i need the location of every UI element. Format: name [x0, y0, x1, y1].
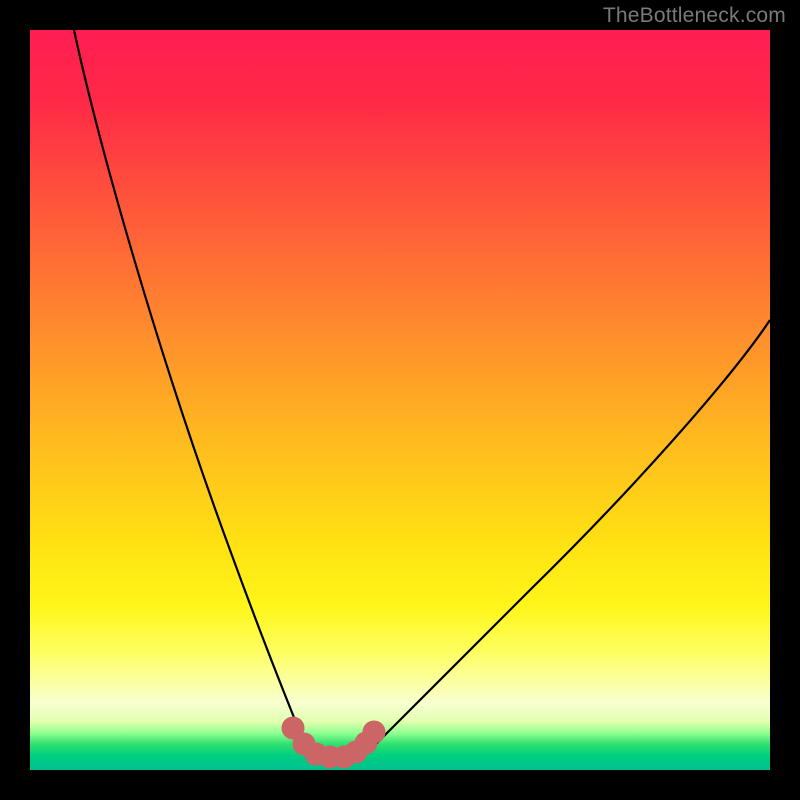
curve-right: [368, 320, 770, 752]
marker-beads-group: [282, 717, 385, 768]
marker-bead: [363, 721, 385, 743]
chart-frame: TheBottleneck.com: [0, 0, 800, 800]
curve-left: [74, 30, 308, 752]
watermark-text: TheBottleneck.com: [603, 4, 786, 28]
chart-svg: [30, 30, 770, 770]
chart-plot-area: [30, 30, 770, 770]
